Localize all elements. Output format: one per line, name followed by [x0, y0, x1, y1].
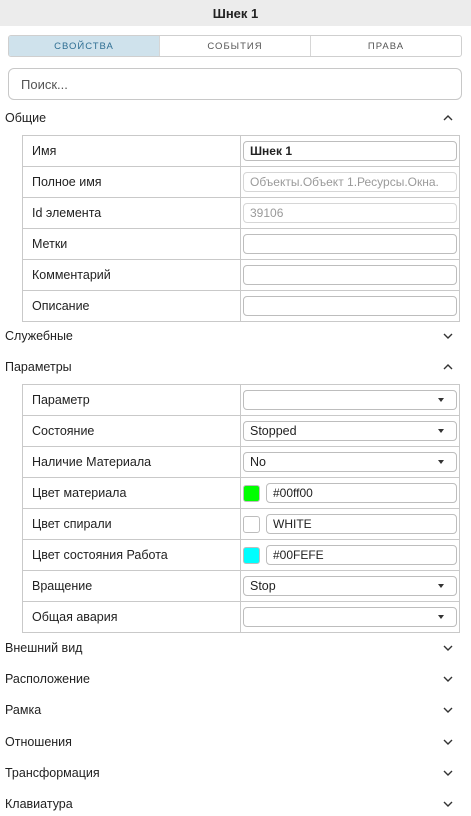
section-relations-header[interactable]: Отношения — [0, 731, 471, 753]
general-properties-grid: Имя Шнек 1 Полное имя Объекты.Объект 1.Р… — [22, 135, 460, 322]
property-label: Общая авария — [23, 602, 241, 632]
alarm-select[interactable] — [243, 607, 457, 627]
rotation-select[interactable]: Stop — [243, 576, 457, 596]
property-label: Вращение — [23, 571, 241, 601]
chevron-down-icon[interactable] — [443, 769, 453, 777]
section-appearance-label: Внешний вид — [5, 641, 83, 655]
caret-down-icon — [438, 584, 444, 588]
property-row-material-presence: Наличие Материала No — [23, 447, 460, 478]
search-input[interactable] — [8, 68, 462, 100]
select-value: No — [250, 455, 266, 469]
section-transform-header[interactable]: Трансформация — [0, 762, 471, 784]
property-label: Параметр — [23, 385, 241, 415]
section-general-label: Общие — [5, 111, 47, 125]
property-label: Полное имя — [23, 167, 241, 197]
section-keyboard-label: Клавиатура — [5, 797, 73, 811]
property-label: Состояние — [23, 416, 241, 446]
chevron-down-icon[interactable] — [443, 738, 453, 746]
property-row-spiral-color: Цвет спирали WHITE — [23, 509, 460, 540]
tab-properties[interactable]: СВОЙСТВА — [9, 36, 160, 56]
property-row-fullname: Полное имя Объекты.Объект 1.Ресурсы.Окна… — [23, 167, 460, 198]
property-row-alarm: Общая авария — [23, 602, 460, 633]
section-location-header[interactable]: Расположение — [0, 668, 471, 690]
property-row-param: Параметр — [23, 385, 460, 416]
caret-down-icon — [438, 460, 444, 464]
material-presence-select[interactable]: No — [243, 452, 457, 472]
property-label: Цвет материала — [23, 478, 241, 508]
tab-bar: СВОЙСТВА СОБЫТИЯ ПРАВА — [8, 35, 462, 57]
tab-rights[interactable]: ПРАВА — [311, 36, 461, 56]
property-label: Описание — [23, 291, 241, 321]
section-appearance-header[interactable]: Внешний вид — [0, 637, 471, 659]
section-params-header[interactable]: Параметры — [0, 356, 471, 378]
property-row-description: Описание — [23, 291, 460, 322]
chevron-up-icon[interactable] — [443, 114, 453, 122]
property-label: Наличие Материала — [23, 447, 241, 477]
caret-down-icon — [438, 615, 444, 619]
property-label: Комментарий — [23, 260, 241, 290]
param-select[interactable] — [243, 390, 457, 410]
params-properties-grid: Параметр Состояние Stopped Наличие Матер… — [22, 384, 460, 633]
chevron-up-icon[interactable] — [443, 363, 453, 371]
work-color-field[interactable]: #00FEFE — [266, 545, 457, 565]
section-general-header[interactable]: Общие — [0, 107, 471, 129]
chevron-down-icon[interactable] — [443, 675, 453, 683]
property-row-material-color: Цвет материала #00ff00 — [23, 478, 460, 509]
section-frame-label: Рамка — [5, 703, 42, 717]
section-keyboard-header[interactable]: Клавиатура — [0, 793, 471, 815]
section-service-label: Служебные — [5, 329, 73, 343]
description-field[interactable] — [243, 296, 457, 316]
select-value: Stopped — [250, 424, 297, 438]
property-row-tags: Метки — [23, 229, 460, 260]
name-field[interactable]: Шнек 1 — [243, 141, 457, 161]
caret-down-icon — [438, 429, 444, 433]
section-location-label: Расположение — [5, 672, 90, 686]
chevron-down-icon[interactable] — [443, 800, 453, 808]
fullname-field: Объекты.Объект 1.Ресурсы.Окна. — [243, 172, 457, 192]
tab-events[interactable]: СОБЫТИЯ — [160, 36, 311, 56]
section-frame-header[interactable]: Рамка — [0, 699, 471, 721]
chevron-down-icon[interactable] — [443, 644, 453, 652]
tags-field[interactable] — [243, 234, 457, 254]
section-transform-label: Трансформация — [5, 766, 100, 780]
caret-down-icon — [438, 398, 444, 402]
property-label: Цвет спирали — [23, 509, 241, 539]
spiral-color-field[interactable]: WHITE — [266, 514, 457, 534]
property-label: Имя — [23, 136, 241, 166]
material-color-field[interactable]: #00ff00 — [266, 483, 457, 503]
section-params-label: Параметры — [5, 360, 72, 374]
section-service-header[interactable]: Служебные — [0, 325, 471, 347]
color-swatch[interactable] — [243, 484, 260, 502]
property-row-name: Имя Шнек 1 — [23, 136, 460, 167]
color-swatch[interactable] — [243, 515, 260, 533]
property-label: Цвет состояния Работа — [23, 540, 241, 570]
state-select[interactable]: Stopped — [243, 421, 457, 441]
property-label: Id элемента — [23, 198, 241, 228]
property-row-rotation: Вращение Stop — [23, 571, 460, 602]
property-row-id: Id элемента 39106 — [23, 198, 460, 229]
property-label: Метки — [23, 229, 241, 259]
comment-field[interactable] — [243, 265, 457, 285]
section-relations-label: Отношения — [5, 735, 72, 749]
property-row-comment: Комментарий — [23, 260, 460, 291]
property-row-work-color: Цвет состояния Работа #00FEFE — [23, 540, 460, 571]
window-title: Шнек 1 — [0, 0, 471, 26]
chevron-down-icon[interactable] — [443, 706, 453, 714]
select-value: Stop — [250, 579, 276, 593]
color-swatch[interactable] — [243, 546, 260, 564]
chevron-down-icon[interactable] — [443, 332, 453, 340]
id-field: 39106 — [243, 203, 457, 223]
property-row-state: Состояние Stopped — [23, 416, 460, 447]
